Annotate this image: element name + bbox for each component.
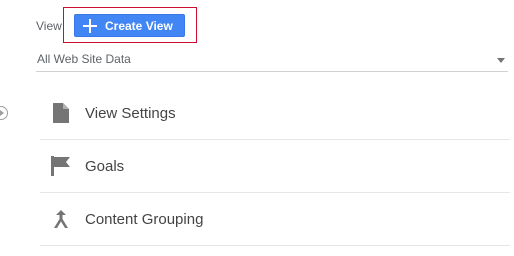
- menu-item-content-grouping[interactable]: Content Grouping: [40, 193, 510, 246]
- document-icon: [50, 102, 72, 124]
- menu-item-label: View Settings: [85, 104, 176, 122]
- menu-item-view-settings[interactable]: View Settings: [40, 87, 510, 140]
- create-view-label: Create View: [105, 18, 173, 33]
- view-label: View: [36, 19, 62, 33]
- menu-item-label: Content Grouping: [85, 210, 204, 228]
- merge-icon: [50, 208, 72, 230]
- create-view-button[interactable]: Create View: [74, 14, 185, 37]
- menu-item-goals[interactable]: Goals: [40, 140, 510, 193]
- plus-icon: [83, 18, 97, 33]
- flag-icon: [50, 155, 72, 177]
- chevron-down-icon: [497, 58, 505, 63]
- view-selector[interactable]: All Web Site Data: [36, 48, 508, 72]
- view-menu: View Settings Goals Content Grouping: [40, 87, 510, 246]
- admin-view-panel: View Create View All Web Site Data View …: [0, 0, 514, 256]
- play-arrow-icon[interactable]: [0, 106, 8, 120]
- view-selector-value: All Web Site Data: [37, 52, 131, 66]
- menu-item-label: Goals: [85, 157, 125, 175]
